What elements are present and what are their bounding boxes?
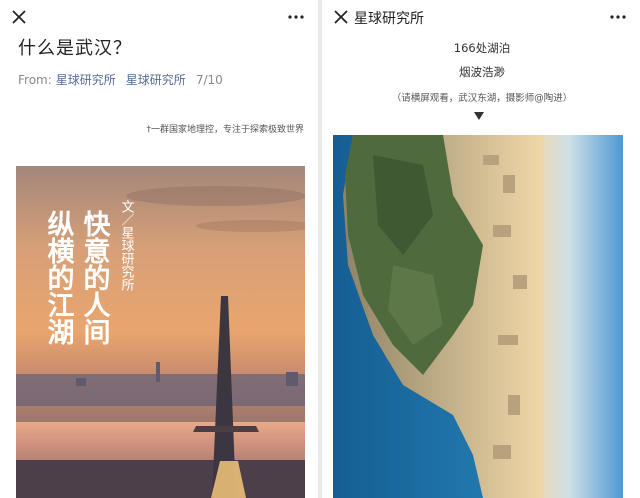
article-meta: From: 星球研究所 星球研究所 7/10 [18, 71, 223, 88]
photo-note: （请横屏观看，武汉东湖，摄影师@陶进） [391, 93, 573, 104]
more-icon[interactable] [608, 7, 628, 27]
more-icon[interactable] [286, 7, 306, 27]
cover-byline: 文／星球研究所 [119, 200, 135, 291]
close-icon[interactable] [9, 7, 29, 27]
left-article-view: 什么是武汉？ From: 星球研究所 星球研究所 7/10 †一群国家地理控，专注于探… [0, 0, 318, 498]
cover-headline-col2: 纵横的江湖 [43, 210, 75, 346]
article-title: 什么是武汉？ [18, 38, 132, 59]
account-link[interactable]: 星球研究所 [56, 73, 116, 87]
top-bar: 星球研究所 [322, 0, 640, 34]
author-name[interactable]: 星球研究所 [126, 73, 186, 87]
from-label: From: [18, 73, 52, 87]
bar-title: 星球研究所 [354, 11, 424, 27]
triangle-down-icon [474, 112, 484, 120]
cover-image[interactable]: 快意的人间 纵横的江湖 文／星球研究所 [16, 166, 305, 498]
account-slogan: †一群国家地理控，专注于探索极致世界 [146, 125, 304, 135]
caption-line1: 166处湖泊 [453, 41, 511, 55]
top-bar [0, 0, 318, 34]
close-icon[interactable] [331, 7, 351, 27]
caption-line2: 烟波浩渺 [459, 65, 505, 79]
page-indicator: 7/10 [195, 73, 223, 87]
right-article-view: 星球研究所 166处湖泊 烟波浩渺 （请横屏观看，武汉东湖，摄影师@陶进） [322, 0, 640, 498]
cover-headline-col1: 快意的人间 [79, 210, 111, 345]
east-lake-photo[interactable] [333, 135, 623, 498]
